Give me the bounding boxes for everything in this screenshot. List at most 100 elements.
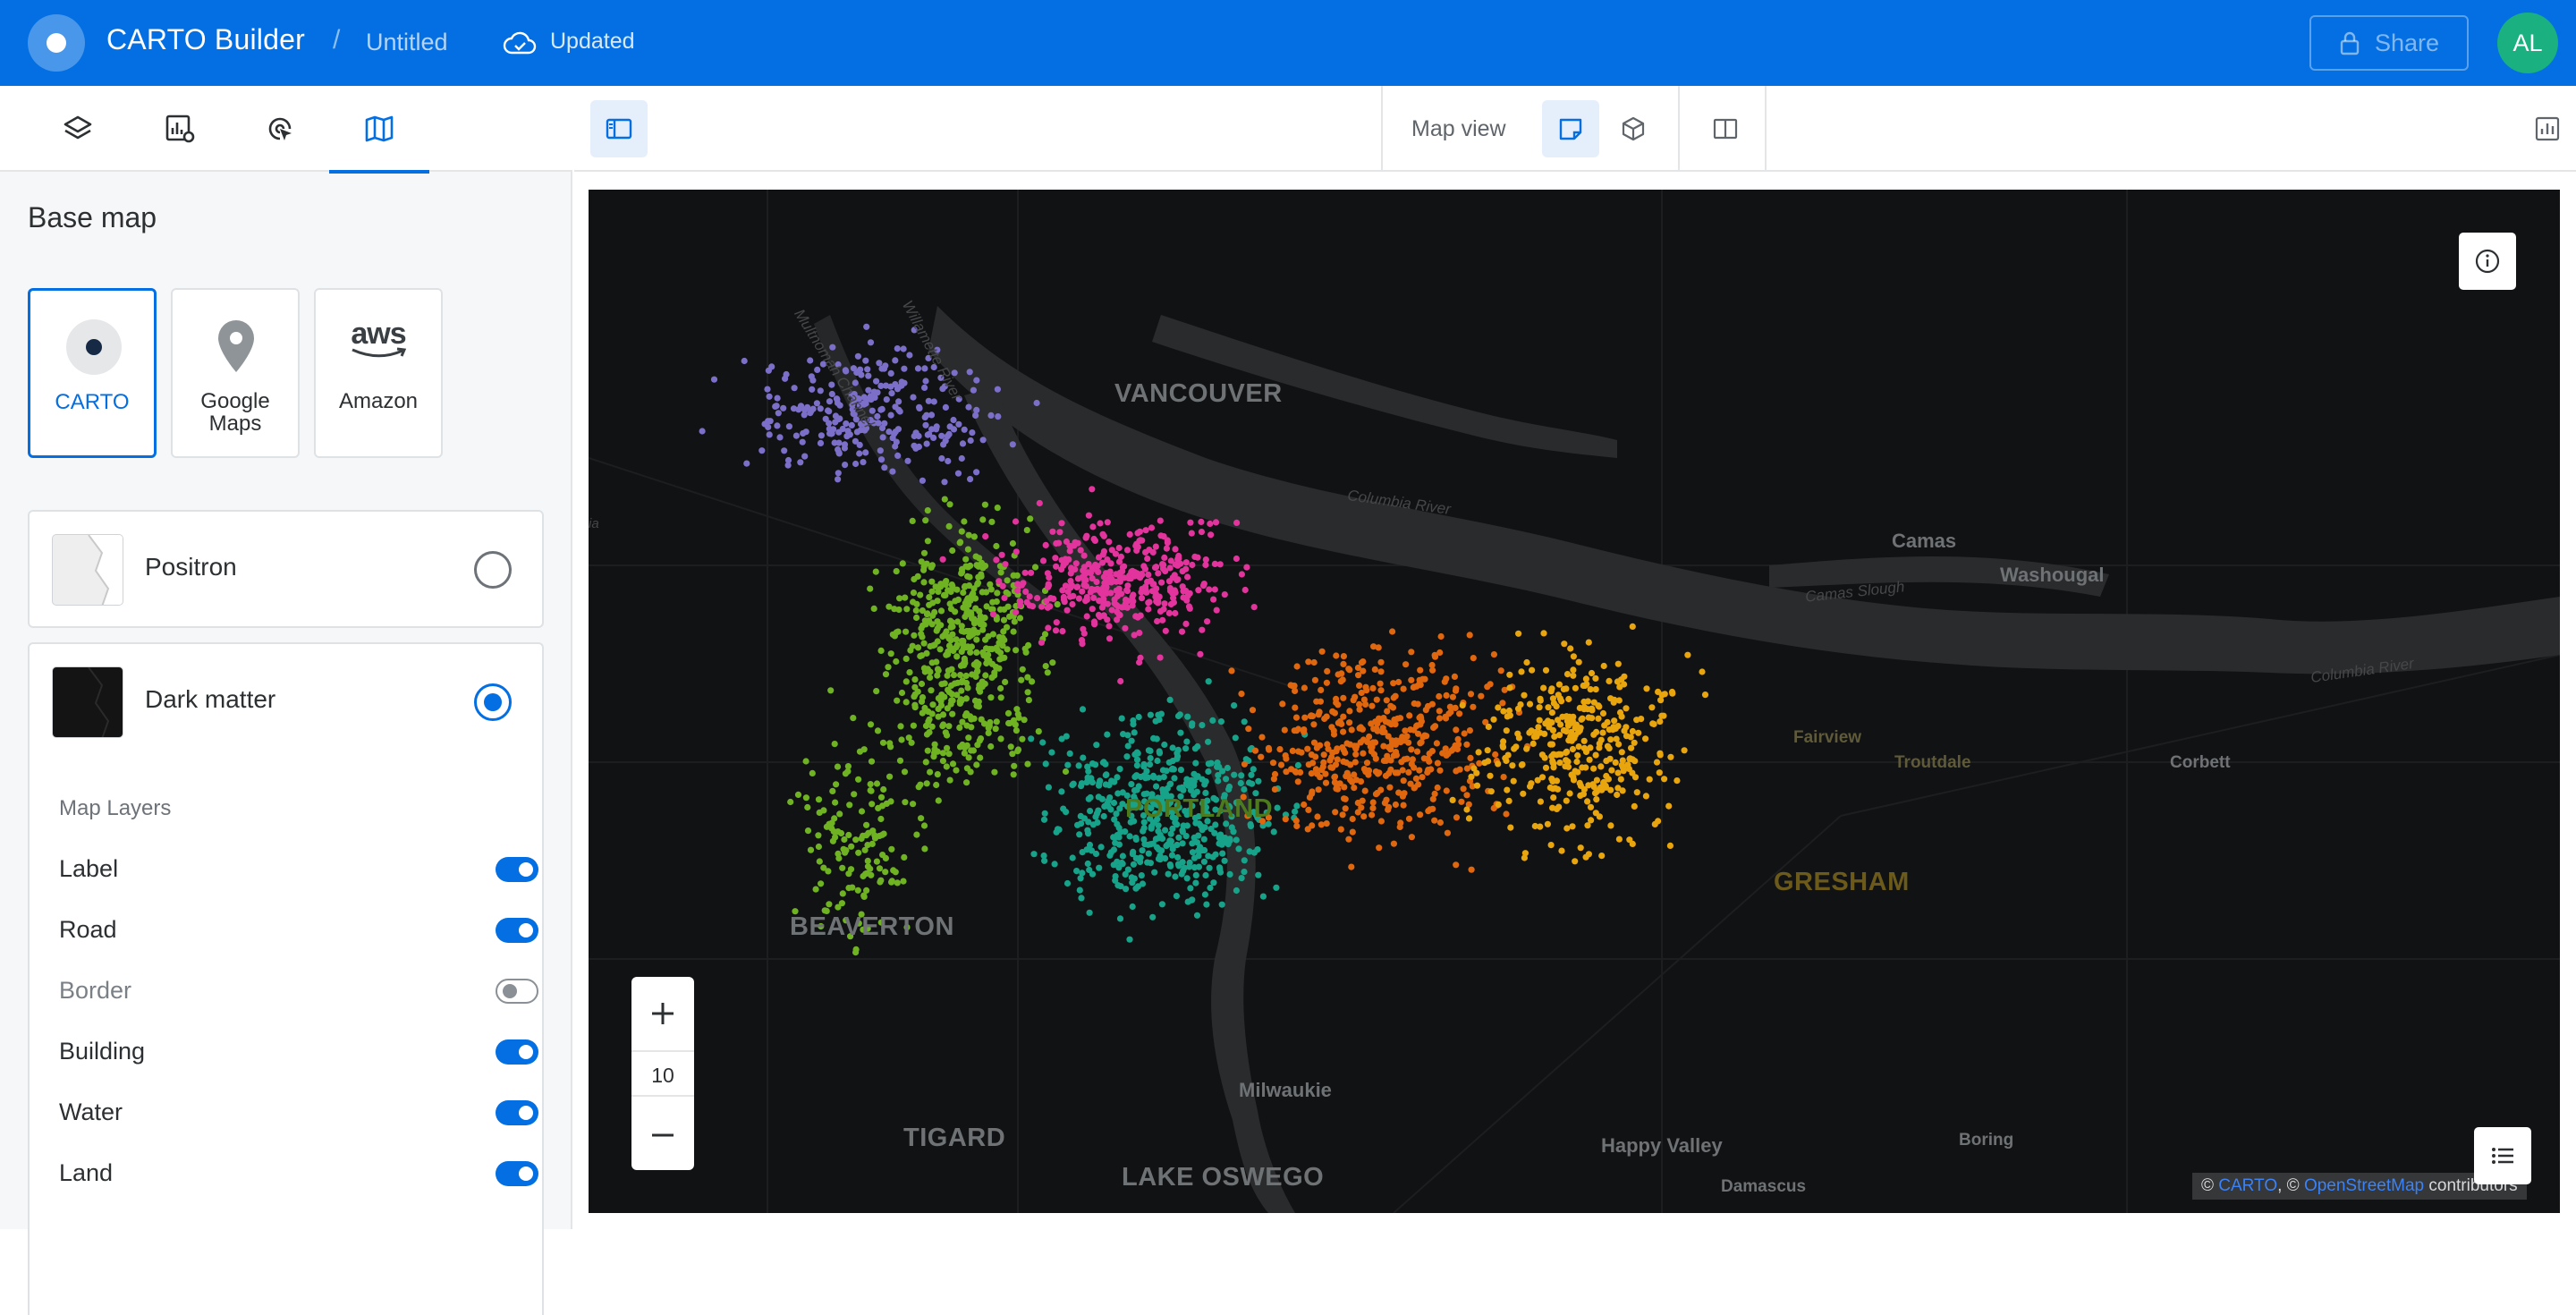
layer-toggle[interactable] — [496, 1100, 538, 1125]
data-point[interactable] — [802, 428, 809, 436]
data-point[interactable] — [1456, 710, 1463, 717]
map-info-button[interactable] — [2459, 233, 2516, 290]
data-point[interactable] — [963, 742, 970, 750]
data-point[interactable] — [1161, 554, 1168, 561]
data-point[interactable] — [1089, 606, 1096, 613]
data-point[interactable] — [1535, 724, 1542, 731]
data-point[interactable] — [1484, 747, 1491, 754]
data-point[interactable] — [831, 741, 838, 748]
data-point[interactable] — [1607, 822, 1614, 829]
data-point[interactable] — [854, 887, 861, 894]
data-point[interactable] — [1082, 576, 1089, 584]
data-point[interactable] — [1177, 767, 1184, 774]
data-point[interactable] — [1090, 618, 1098, 625]
data-point[interactable] — [881, 420, 888, 427]
data-point[interactable] — [1615, 836, 1623, 843]
data-point[interactable] — [1009, 441, 1016, 448]
data-point[interactable] — [979, 437, 987, 444]
data-point[interactable] — [909, 642, 916, 649]
data-point[interactable] — [1193, 912, 1201, 919]
data-point[interactable] — [1612, 759, 1619, 767]
data-point[interactable] — [1419, 774, 1426, 781]
data-point[interactable] — [911, 701, 919, 708]
data-point[interactable] — [1339, 811, 1346, 819]
data-point[interactable] — [1343, 740, 1351, 747]
data-point[interactable] — [1377, 668, 1385, 675]
data-point[interactable] — [1023, 598, 1030, 606]
data-point[interactable] — [1043, 598, 1050, 605]
data-point[interactable] — [1241, 857, 1248, 864]
data-point[interactable] — [1385, 803, 1393, 810]
data-point[interactable] — [1145, 599, 1152, 607]
data-point[interactable] — [914, 573, 921, 580]
data-point[interactable] — [1115, 544, 1123, 552]
data-point[interactable] — [1067, 578, 1074, 585]
data-point[interactable] — [978, 683, 985, 690]
data-point[interactable] — [1036, 499, 1043, 507]
data-point[interactable] — [1224, 764, 1231, 772]
data-point[interactable] — [876, 360, 883, 367]
data-point[interactable] — [1558, 847, 1565, 854]
data-point[interactable] — [920, 579, 928, 586]
data-point[interactable] — [1661, 691, 1668, 698]
data-point[interactable] — [1024, 760, 1031, 768]
data-point[interactable] — [1458, 798, 1465, 805]
layer-toggle[interactable] — [496, 1161, 538, 1186]
data-point[interactable] — [1527, 783, 1534, 790]
data-point[interactable] — [934, 666, 942, 673]
data-point[interactable] — [1248, 771, 1255, 778]
data-point[interactable] — [1216, 869, 1224, 876]
data-point[interactable] — [1576, 704, 1583, 712]
map-title[interactable]: Untitled — [366, 29, 448, 56]
data-point[interactable] — [1345, 666, 1352, 673]
data-point[interactable] — [965, 734, 972, 742]
data-point[interactable] — [1556, 759, 1563, 767]
data-point[interactable] — [964, 546, 971, 553]
data-point[interactable] — [1078, 637, 1086, 644]
data-point[interactable] — [963, 779, 970, 786]
data-point[interactable] — [1568, 728, 1575, 735]
data-point[interactable] — [699, 428, 706, 435]
data-point[interactable] — [928, 578, 936, 585]
data-point[interactable] — [970, 747, 977, 754]
data-point[interactable] — [1044, 669, 1051, 676]
data-point[interactable] — [938, 681, 945, 688]
data-point[interactable] — [1026, 593, 1033, 600]
data-point[interactable] — [982, 533, 989, 540]
data-point[interactable] — [1096, 780, 1103, 787]
data-point[interactable] — [1189, 849, 1197, 856]
data-point[interactable] — [961, 750, 968, 757]
data-point[interactable] — [1199, 846, 1207, 854]
data-point[interactable] — [1559, 713, 1566, 720]
data-point[interactable] — [1142, 587, 1149, 594]
data-point[interactable] — [921, 617, 928, 624]
data-point[interactable] — [880, 785, 887, 793]
data-point[interactable] — [858, 808, 866, 815]
data-point[interactable] — [1131, 773, 1139, 781]
data-point[interactable] — [1569, 745, 1576, 753]
data-point[interactable] — [1653, 759, 1661, 766]
data-point[interactable] — [973, 649, 980, 657]
data-point[interactable] — [1585, 782, 1592, 789]
data-point[interactable] — [1655, 688, 1662, 696]
data-point[interactable] — [882, 382, 890, 389]
data-point[interactable] — [1200, 858, 1208, 865]
data-point[interactable] — [1340, 713, 1347, 720]
data-point[interactable] — [1305, 806, 1312, 814]
data-point[interactable] — [1352, 751, 1360, 758]
data-point[interactable] — [1313, 698, 1320, 705]
data-point[interactable] — [1621, 727, 1628, 734]
data-point[interactable] — [772, 403, 779, 410]
data-point[interactable] — [1487, 681, 1494, 688]
data-point[interactable] — [993, 556, 1000, 564]
data-point[interactable] — [1643, 685, 1650, 692]
data-point[interactable] — [1301, 684, 1308, 691]
data-point[interactable] — [928, 621, 936, 628]
data-point[interactable] — [1025, 697, 1032, 704]
data-point[interactable] — [911, 683, 919, 691]
data-point[interactable] — [930, 753, 937, 760]
data-point[interactable] — [1106, 635, 1114, 642]
data-point[interactable] — [1553, 703, 1560, 710]
data-point[interactable] — [950, 416, 957, 424]
data-point[interactable] — [994, 505, 1001, 512]
